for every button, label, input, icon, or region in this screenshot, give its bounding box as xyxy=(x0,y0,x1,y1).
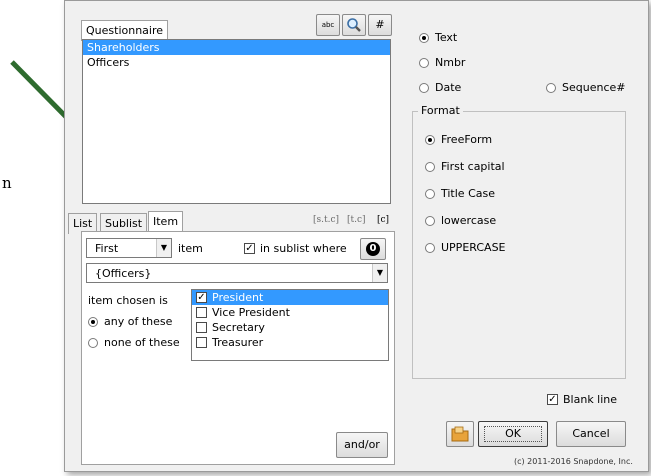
cancel-button-label: Cancel xyxy=(572,427,610,440)
in-sublist-label: in sublist where xyxy=(260,242,347,255)
marker-tc[interactable]: [t.c] xyxy=(347,215,366,225)
copyright-text: (c) 2011-2016 Snapdone, Inc. xyxy=(514,457,633,466)
blank-line-label: Blank line xyxy=(563,393,618,406)
questionnaire-item-officers[interactable]: Officers xyxy=(83,55,390,70)
type-sequence-radio[interactable] xyxy=(546,83,556,93)
type-nmbr-label: Nmbr xyxy=(435,56,466,69)
search-dialog: Questionnaire abc # Shareholders Officer… xyxy=(64,0,649,472)
folder-icon xyxy=(451,426,469,442)
chosen-label: item chosen is xyxy=(88,294,168,307)
ok-button[interactable]: OK xyxy=(478,421,548,447)
format-lowercase-label: lowercase xyxy=(441,214,497,227)
folder-button[interactable] xyxy=(446,421,474,447)
choice-row[interactable]: Secretary xyxy=(192,320,388,335)
sublist-select-value: {Officers} xyxy=(95,267,152,280)
hash-button[interactable]: # xyxy=(368,14,392,36)
item-tab-panel: First ▼ item ✓ in sublist where 0 {Offic… xyxy=(81,231,395,465)
blank-line-checkbox[interactable]: ✓ xyxy=(547,394,558,405)
format-firstcap-label: First capital xyxy=(441,160,505,173)
item-label: item xyxy=(178,242,203,255)
type-nmbr-radio[interactable] xyxy=(419,58,429,68)
questionnaire-item-shareholders[interactable]: Shareholders xyxy=(83,40,390,55)
magnifier-icon xyxy=(347,18,361,32)
type-text-label: Text xyxy=(435,31,458,44)
type-date-label: Date xyxy=(435,81,462,94)
choice-row[interactable]: Treasurer xyxy=(192,335,388,350)
choice-row[interactable]: ✓ President xyxy=(192,290,388,305)
tab-list-label: List xyxy=(73,217,93,230)
choice-label: Vice President xyxy=(212,306,290,319)
andor-button[interactable]: and/or xyxy=(336,432,388,458)
choice-checkbox[interactable]: ✓ xyxy=(196,292,207,303)
in-sublist-checkbox[interactable]: ✓ xyxy=(244,243,255,254)
format-freeform-label: FreeForm xyxy=(441,133,493,146)
position-select-value: First xyxy=(95,242,119,255)
sublist-select[interactable]: {Officers} ▼ xyxy=(86,263,388,283)
chevron-down-icon: ▼ xyxy=(372,264,387,282)
search-button[interactable] xyxy=(342,14,366,36)
marker-stc[interactable]: [s.t.c] xyxy=(313,215,339,225)
tab-sublist-label: Sublist xyxy=(105,217,143,230)
none-label: none of these xyxy=(104,336,180,349)
choices-list[interactable]: ✓ President Vice President Secretary Tre… xyxy=(191,289,389,361)
choice-checkbox[interactable] xyxy=(196,307,207,318)
choice-checkbox[interactable] xyxy=(196,337,207,348)
none-radio[interactable] xyxy=(88,338,98,348)
ok-button-label: OK xyxy=(484,426,542,442)
any-radio[interactable] xyxy=(88,317,98,327)
format-freeform-radio[interactable] xyxy=(425,135,435,145)
format-titlecase-radio[interactable] xyxy=(425,189,435,199)
zero-badge: 0 xyxy=(366,242,380,256)
tab-questionnaire[interactable]: Questionnaire xyxy=(81,20,169,41)
tab-questionnaire-label: Questionnaire xyxy=(86,24,164,37)
abc-button-label: abc xyxy=(321,21,335,29)
hash-button-label: # xyxy=(375,18,385,31)
choice-label: Treasurer xyxy=(212,336,264,349)
format-uppercase-radio[interactable] xyxy=(425,243,435,253)
marker-c[interactable]: [c] xyxy=(377,215,389,225)
cancel-button[interactable]: Cancel xyxy=(556,421,626,447)
format-uppercase-label: UPPERCASE xyxy=(441,241,506,254)
chevron-down-icon: ▼ xyxy=(156,239,171,257)
format-titlecase-label: Title Case xyxy=(441,187,495,200)
type-text-radio[interactable] xyxy=(419,33,429,43)
format-firstcap-radio[interactable] xyxy=(425,162,435,172)
type-date-radio[interactable] xyxy=(419,83,429,93)
any-label: any of these xyxy=(104,315,173,328)
abc-button[interactable]: abc xyxy=(316,14,340,36)
choice-row[interactable]: Vice President xyxy=(192,305,388,320)
questionnaire-list[interactable]: Shareholders Officers xyxy=(82,39,391,204)
choice-label: Secretary xyxy=(212,321,265,334)
zero-badge-button[interactable]: 0 xyxy=(360,238,386,260)
choice-label: President xyxy=(212,291,264,304)
format-lowercase-radio[interactable] xyxy=(425,216,435,226)
choice-checkbox[interactable] xyxy=(196,322,207,333)
andor-button-label: and/or xyxy=(344,438,380,451)
tab-item-label: Item xyxy=(153,215,179,228)
type-sequence-label: Sequence# xyxy=(562,81,626,94)
format-legend: Format xyxy=(418,104,463,117)
position-select[interactable]: First ▼ xyxy=(86,238,172,258)
